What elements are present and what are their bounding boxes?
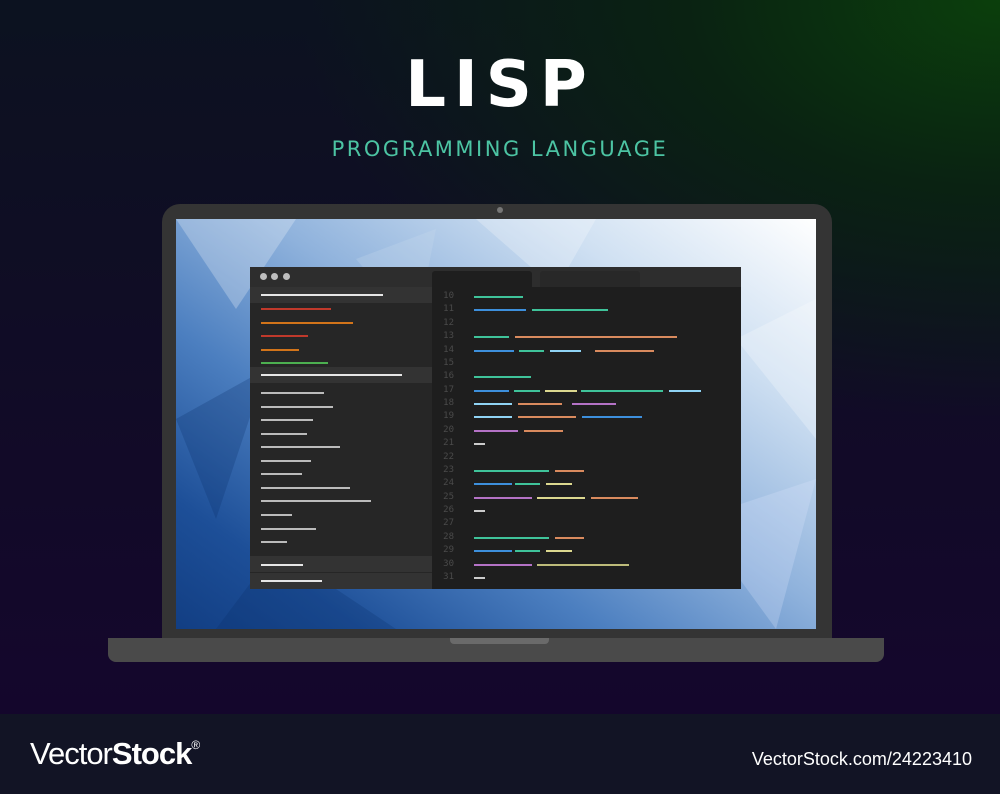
line-number: 15 xyxy=(443,357,454,368)
code-area: 10 11 12 13 14 15 16 17 18 19 20 21 22 23 24 25 26 27 28 29… xyxy=(432,287,741,589)
line-number: 26 xyxy=(443,505,454,516)
line-number: 16 xyxy=(443,371,454,382)
tab-inactive[interactable] xyxy=(540,271,640,287)
vectorstock-logo: VectorStock® xyxy=(30,736,200,771)
file-sidebar xyxy=(250,287,432,589)
code-token xyxy=(515,483,540,486)
code-token xyxy=(474,296,523,298)
code-token xyxy=(555,469,584,472)
sidebar-item xyxy=(261,527,316,530)
sidebar-item xyxy=(261,405,333,408)
code-token xyxy=(474,576,485,579)
line-number: 19 xyxy=(443,411,454,422)
dot-icon[interactable] xyxy=(271,273,278,280)
line-number: 29 xyxy=(443,545,454,556)
sidebar-item xyxy=(261,349,299,351)
code-token xyxy=(474,309,526,312)
code-token xyxy=(537,563,629,566)
code-token xyxy=(474,469,549,472)
sidebar-item xyxy=(261,374,402,376)
code-token xyxy=(474,510,485,513)
code-token xyxy=(474,536,549,539)
sidebar-item xyxy=(261,459,311,462)
dot-icon[interactable] xyxy=(283,273,290,280)
code-token xyxy=(474,403,512,406)
sidebar-item xyxy=(261,446,340,449)
code-token xyxy=(474,349,514,352)
line-number: 11 xyxy=(443,304,454,315)
sidebar-item xyxy=(261,513,292,516)
sidebar-item xyxy=(261,500,371,503)
sidebar-item xyxy=(261,335,308,337)
sidebar-item xyxy=(261,308,331,310)
code-token xyxy=(515,336,677,339)
camera-icon xyxy=(497,207,503,213)
sidebar-item xyxy=(261,294,383,296)
code-token xyxy=(546,550,572,553)
subtitle: PROGRAMMING LANGUAGE xyxy=(331,137,669,161)
line-number: 22 xyxy=(443,451,454,462)
line-number: 28 xyxy=(443,531,454,542)
code-token xyxy=(474,563,532,566)
sidebar-item xyxy=(261,541,287,544)
sidebar-item xyxy=(261,432,307,435)
line-number: 12 xyxy=(443,317,454,328)
code-editor-window: 10 11 12 13 14 15 16 17 18 19 20 21 22 23 24 25 26 27 28 29… xyxy=(250,267,741,589)
code-token xyxy=(474,483,512,486)
dot-icon[interactable] xyxy=(260,273,267,280)
line-number: 30 xyxy=(443,558,454,569)
code-token xyxy=(524,429,563,432)
code-token xyxy=(474,416,512,419)
code-token xyxy=(595,349,654,352)
code-token xyxy=(591,496,638,499)
code-token xyxy=(555,536,584,539)
code-token xyxy=(518,403,562,406)
code-token xyxy=(550,349,581,352)
code-token xyxy=(582,416,642,419)
line-number: 20 xyxy=(443,424,454,435)
line-number: 14 xyxy=(443,344,454,355)
sidebar-item xyxy=(261,564,303,566)
tab-active[interactable] xyxy=(432,271,532,287)
sidebar-item xyxy=(261,392,324,394)
title: LISP xyxy=(405,48,595,122)
code-token xyxy=(572,403,616,406)
line-number: 17 xyxy=(443,384,454,395)
code-token xyxy=(546,483,572,486)
code-token xyxy=(514,389,540,392)
code-token xyxy=(515,550,540,553)
line-number: 21 xyxy=(443,438,454,449)
code-token xyxy=(669,389,701,392)
sidebar-item xyxy=(261,419,313,422)
line-number: 18 xyxy=(443,398,454,409)
line-number: 27 xyxy=(443,518,454,529)
stock-id: VectorStock.com/24223410 xyxy=(751,749,972,769)
code-token xyxy=(519,349,544,352)
code-token xyxy=(474,496,532,499)
line-number: 31 xyxy=(443,571,454,582)
line-number: 13 xyxy=(443,331,454,342)
code-token xyxy=(474,336,509,339)
code-token xyxy=(474,443,485,446)
line-number: 24 xyxy=(443,478,454,489)
code-token xyxy=(518,416,576,419)
sidebar-item xyxy=(261,362,328,364)
laptop-notch xyxy=(450,638,549,644)
code-token xyxy=(581,389,663,392)
code-token xyxy=(474,429,518,432)
sidebar-item xyxy=(261,322,353,324)
code-token xyxy=(474,376,531,379)
line-number: 25 xyxy=(443,491,454,502)
line-number: 10 xyxy=(443,291,454,301)
line-number: 23 xyxy=(443,464,454,475)
sidebar-item xyxy=(261,580,322,582)
code-token xyxy=(474,550,512,553)
code-token xyxy=(537,496,585,499)
sidebar-item xyxy=(261,486,350,489)
code-token xyxy=(545,389,577,392)
code-token xyxy=(474,389,509,392)
sidebar-item xyxy=(261,473,302,476)
code-token xyxy=(532,309,608,312)
